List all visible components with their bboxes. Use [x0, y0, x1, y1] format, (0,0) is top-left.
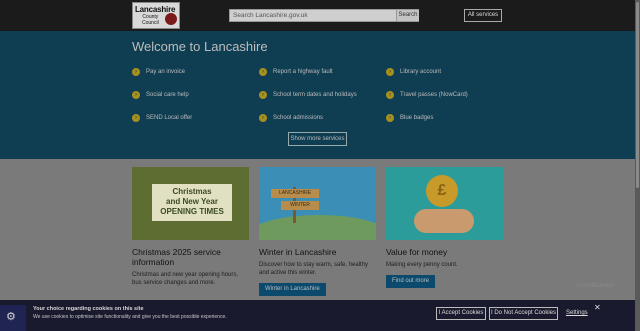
arrow-right-icon: ›	[132, 113, 140, 122]
service-link-label: Travel passes (NowCard)	[400, 91, 468, 98]
card-text: Discover how to stay warm, safe, healthy…	[259, 262, 369, 276]
site-header: Lancashire CountyCouncil Search All serv…	[0, 0, 635, 31]
value-for-money-image: £	[386, 167, 503, 240]
council-logo[interactable]: Lancashire County Council	[132, 2, 180, 29]
service-link-library[interactable]: › Library account	[386, 67, 441, 76]
card-title[interactable]: Winter in Lancashire	[259, 247, 376, 257]
all-services-button[interactable]: All services	[464, 9, 502, 22]
service-link-label: Library account	[400, 68, 442, 75]
arrow-right-icon: ›	[132, 67, 140, 76]
hill-shape	[259, 215, 376, 240]
service-link-label: School admissions	[273, 114, 324, 121]
service-link-label: School term dates and holidays	[273, 91, 357, 98]
image-text: OPENING TIMES	[160, 207, 224, 216]
arrow-right-icon: ›	[386, 113, 394, 122]
christmas-image: Christmas and New Year OPENING TIMES	[132, 167, 249, 240]
service-link-label: Report a highway fault	[273, 68, 333, 75]
card-text: Christmas and new year opening hours, bu…	[132, 272, 239, 286]
service-link-blue-badges[interactable]: › Blue badges	[386, 113, 433, 122]
search-input[interactable]	[230, 10, 395, 21]
arrow-right-icon: ›	[259, 90, 267, 99]
image-text: Christmas	[172, 187, 212, 196]
show-more-services-button[interactable]: Show more services	[288, 132, 347, 146]
pound-coin-icon: £	[426, 175, 458, 207]
card-text: Making every penny count.	[386, 262, 458, 268]
arrow-right-icon: ›	[386, 90, 394, 99]
watermark: ScamMalware	[576, 283, 615, 289]
promo-card-value[interactable]: £ Value for money Making every penny cou…	[386, 167, 503, 288]
service-link-label: Social care help	[146, 91, 189, 98]
image-text: WINTER	[281, 201, 319, 210]
search-button[interactable]: Search	[396, 10, 419, 21]
cookie-description: We use cookies to optimise site function…	[33, 314, 227, 320]
close-icon[interactable]: ✕	[594, 304, 601, 312]
cookie-settings-toggle[interactable]: ⚙	[0, 305, 26, 331]
service-link-term-dates[interactable]: › School term dates and holidays	[259, 90, 357, 99]
page-scrollbar[interactable]	[635, 0, 640, 331]
service-link-social-care[interactable]: › Social care help	[132, 90, 189, 99]
hero-section: Welcome to Lancashire › Pay an invoice ›…	[0, 31, 635, 159]
red-rose-icon	[165, 13, 177, 25]
promo-card-winter[interactable]: LANCASHIRE WINTER Winter in Lancashire D…	[259, 167, 376, 296]
service-link-pay-invoice[interactable]: › Pay an invoice	[132, 67, 185, 76]
service-link-highway-fault[interactable]: › Report a highway fault	[259, 67, 333, 76]
service-link-school-admissions[interactable]: › School admissions	[259, 113, 323, 122]
cookie-title: Your choice regarding cookies on this si…	[33, 306, 144, 312]
arrow-right-icon: ›	[259, 67, 267, 76]
arrow-right-icon: ›	[386, 67, 394, 76]
promo-card-christmas[interactable]: Christmas and New Year OPENING TIMES Chr…	[132, 167, 249, 287]
hand-icon	[414, 209, 474, 233]
accept-cookies-button[interactable]: I Accept Cookies	[436, 307, 486, 320]
service-link-label: Pay an invoice	[146, 68, 186, 75]
gear-icon: ⚙	[6, 311, 16, 323]
scrollbar-thumb[interactable]	[636, 2, 639, 188]
arrow-right-icon: ›	[259, 113, 267, 122]
card-title[interactable]: Value for money	[386, 247, 503, 257]
logo-subtitle: County Council	[142, 14, 159, 26]
find-out-more-button[interactable]: Find out more	[386, 275, 436, 288]
page-title: Welcome to Lancashire	[132, 39, 268, 54]
image-text: LANCASHIRE	[271, 189, 319, 198]
opening-times-sign: Christmas and New Year OPENING TIMES	[152, 184, 232, 221]
cookie-settings-link[interactable]: Settings	[566, 310, 588, 316]
service-link-send[interactable]: › SEND Local offer	[132, 113, 192, 122]
arrow-right-icon: ›	[132, 90, 140, 99]
cookie-banner: Your choice regarding cookies on this si…	[0, 300, 635, 331]
winter-button[interactable]: Winter in Lancashire	[259, 283, 326, 296]
winter-image: LANCASHIRE WINTER	[259, 167, 376, 240]
search-form: Search	[229, 9, 419, 22]
card-title[interactable]: Christmas 2025 service information	[132, 247, 249, 267]
reject-cookies-button[interactable]: I Do Not Accept Cookies	[489, 307, 558, 320]
service-link-label: Blue badges	[400, 114, 434, 121]
image-text: and New Year	[166, 197, 218, 206]
service-link-travel-passes[interactable]: › Travel passes (NowCard)	[386, 90, 468, 99]
service-link-label: SEND Local offer	[146, 114, 193, 121]
